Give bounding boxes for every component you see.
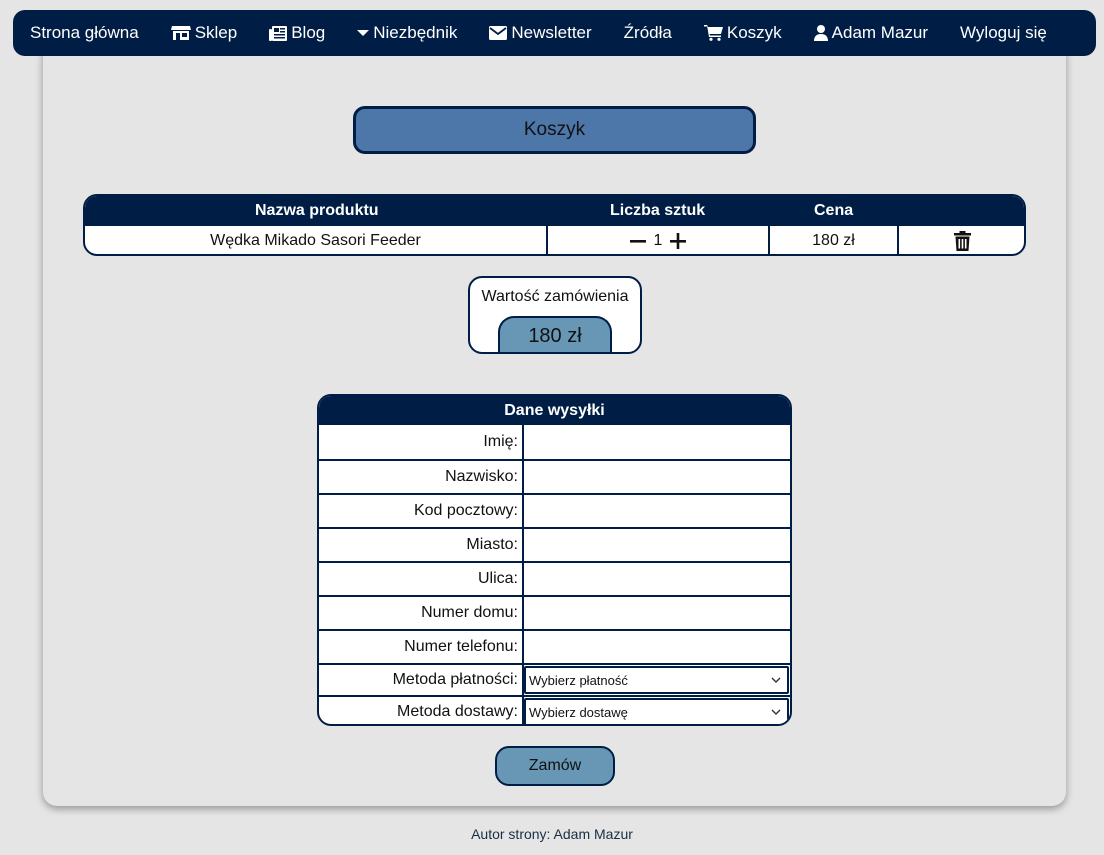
product-name-cell: Wędka Mikado Sasori Feeder: [85, 226, 548, 254]
postal-code-field[interactable]: [524, 495, 790, 527]
nav-cart[interactable]: Koszyk: [703, 23, 782, 43]
order-total-box: Wartość zamówienia 180 zł: [468, 276, 642, 354]
nav-blog[interactable]: Blog: [269, 23, 325, 43]
phone-label: Numer telefonu:: [319, 631, 524, 663]
nav-shop-label: Sklep: [194, 23, 238, 42]
product-name: Wędka Mikado Sasori Feeder: [210, 232, 421, 249]
order-total-value: 180 zł: [498, 316, 612, 352]
nav-blog-label: Blog: [291, 23, 326, 42]
payment-method-row: Metoda płatności: Wybierz płatność: [319, 663, 790, 695]
header-product-name: Nazwa produktu: [255, 202, 379, 219]
nav-newsletter-label: Newsletter: [511, 23, 592, 42]
trash-icon: [954, 231, 971, 251]
postal-code-row: Kod pocztowy:: [319, 493, 790, 527]
postal-code-label: Kod pocztowy:: [319, 495, 524, 527]
newspaper-icon: [269, 25, 288, 41]
city-row: Miasto:: [319, 527, 790, 561]
first-name-row: Imię:: [319, 425, 790, 459]
page-footer: Autor strony: Adam Mazur: [471, 826, 633, 842]
delivery-method-row: Metoda dostawy: Wybierz dostawę: [319, 695, 790, 724]
delete-cell: [899, 226, 1024, 254]
street-row: Ulica:: [319, 561, 790, 595]
cart-icon: [703, 25, 723, 41]
house-number-label: Numer domu:: [319, 597, 524, 629]
quantity-stepper: 1: [629, 232, 687, 250]
chevron-down-icon: [771, 677, 781, 683]
nav-home[interactable]: Strona główna: [30, 23, 139, 43]
order-total-label: Wartość zamówienia: [481, 288, 629, 305]
payment-method-select[interactable]: Wybierz płatność: [524, 666, 789, 694]
nav-home-label: Strona główna: [30, 23, 139, 42]
header-quantity: Liczba sztuk: [610, 202, 706, 219]
envelope-icon: [489, 26, 508, 40]
header-price: Cena: [814, 202, 854, 219]
increase-quantity-button[interactable]: [670, 233, 687, 249]
phone-field[interactable]: [524, 631, 790, 663]
quantity-cell: 1: [548, 226, 770, 254]
city-field[interactable]: [524, 529, 790, 561]
nav-newsletter[interactable]: Newsletter: [489, 23, 592, 43]
nav-shop[interactable]: Sklep: [170, 23, 238, 43]
delivery-method-wrap: Wybierz dostawę: [524, 697, 790, 724]
city-label: Miasto:: [319, 529, 524, 561]
house-number-field[interactable]: [524, 597, 790, 629]
nav-sources-label: Źródła: [623, 23, 672, 42]
chevron-down-icon: [771, 709, 781, 715]
first-name-field[interactable]: [524, 425, 790, 459]
nav-user-account[interactable]: Adam Mazur: [813, 23, 929, 43]
minus-icon: [629, 240, 646, 243]
decrease-quantity-button[interactable]: [629, 233, 646, 249]
delivery-method-label: Metoda dostawy:: [319, 697, 524, 724]
price-cell: 180 zł: [770, 226, 899, 254]
nav-user-label: Adam Mazur: [831, 23, 929, 42]
nav-cart-label: Koszyk: [726, 23, 782, 42]
delivery-method-value: Wybierz dostawę: [529, 704, 628, 720]
quantity-value: 1: [653, 232, 663, 249]
payment-method-value: Wybierz płatność: [529, 672, 628, 688]
first-name-label: Imię:: [319, 425, 524, 459]
nav-sources[interactable]: Źródła: [624, 23, 672, 43]
delete-item-button[interactable]: [954, 231, 971, 251]
phone-row: Numer telefonu:: [319, 629, 790, 663]
nav-essentials-dropdown[interactable]: Niezbędnik: [357, 23, 457, 43]
cart-table-header: Nazwa produktu Liczba sztuk Cena: [85, 196, 1024, 226]
street-field[interactable]: [524, 563, 790, 595]
last-name-row: Nazwisko:: [319, 459, 790, 493]
product-price: 180 zł: [812, 232, 855, 249]
user-icon: [813, 25, 828, 41]
delivery-method-select[interactable]: Wybierz dostawę: [524, 698, 789, 724]
last-name-field[interactable]: [524, 461, 790, 493]
store-icon: [170, 26, 191, 40]
nav-logout-label: Wyloguj się: [960, 23, 1047, 42]
payment-method-wrap: Wybierz płatność: [524, 665, 790, 695]
order-submit-button[interactable]: Zamów: [495, 746, 615, 786]
cart-table: Nazwa produktu Liczba sztuk Cena Wędka M…: [83, 194, 1026, 256]
last-name-label: Nazwisko:: [319, 461, 524, 493]
street-label: Ulica:: [319, 563, 524, 595]
plus-icon: [670, 233, 687, 249]
payment-method-label: Metoda płatności:: [319, 665, 524, 695]
top-navbar: Strona główna Sklep Blog Niezbędnik News…: [13, 10, 1096, 56]
page-title: Koszyk: [353, 106, 756, 154]
nav-logout[interactable]: Wyloguj się: [960, 23, 1047, 43]
caret-down-icon: [357, 30, 370, 36]
house-number-row: Numer domu:: [319, 595, 790, 629]
shipping-form-title: Dane wysyłki: [319, 396, 790, 425]
table-row: Wędka Mikado Sasori Feeder 1 180 zł: [85, 226, 1024, 254]
shipping-form: Dane wysyłki Imię: Nazwisko: Kod pocztow…: [317, 394, 792, 726]
nav-essentials-label: Niezbędnik: [373, 23, 458, 42]
